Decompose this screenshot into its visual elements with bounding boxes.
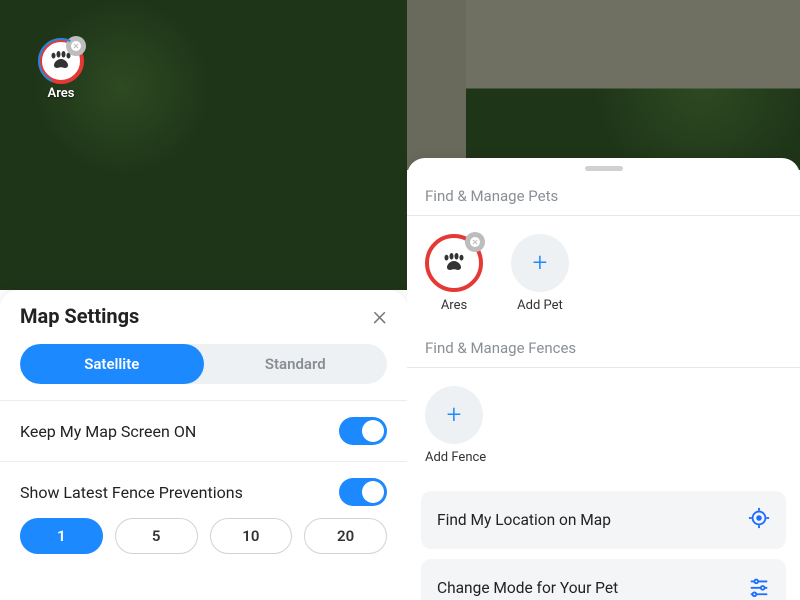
map-satellite-view[interactable] bbox=[407, 0, 800, 170]
section-title-pets: Find & Manage Pets bbox=[407, 177, 800, 215]
sheet-grabber[interactable] bbox=[585, 166, 623, 171]
sheet-title: Map Settings bbox=[20, 304, 139, 328]
pet-chip-ares[interactable]: Ares bbox=[425, 234, 483, 313]
fence-prevention-count-picker: 1 5 10 20 bbox=[0, 514, 407, 574]
add-pet-label: Add Pet bbox=[511, 298, 569, 313]
add-pet-button[interactable]: + Add Pet bbox=[511, 234, 569, 313]
fences-chips: + Add Fence bbox=[407, 382, 800, 481]
section-title-fences: Find & Manage Fences bbox=[407, 329, 800, 367]
plus-icon: + bbox=[511, 234, 569, 292]
pet-avatar-ring bbox=[38, 38, 84, 84]
divider bbox=[407, 367, 800, 368]
action-change-mode[interactable]: Change Mode for Your Pet bbox=[421, 559, 786, 600]
count-option-10[interactable]: 10 bbox=[210, 518, 293, 554]
action-label: Change Mode for Your Pet bbox=[437, 579, 618, 597]
sliders-icon bbox=[748, 575, 770, 600]
segment-satellite[interactable]: Satellite bbox=[20, 344, 204, 384]
pet-marker-ares[interactable]: Ares bbox=[38, 38, 84, 101]
action-find-my-location[interactable]: Find My Location on Map bbox=[421, 491, 786, 549]
map-type-segmented: Satellite Standard bbox=[20, 344, 387, 384]
screen-manage: Find & Manage Pets Ares + Add Pet Find &… bbox=[407, 0, 800, 600]
count-option-20[interactable]: 20 bbox=[304, 518, 387, 554]
add-fence-label: Add Fence bbox=[425, 450, 486, 465]
segment-standard[interactable]: Standard bbox=[204, 344, 388, 384]
locate-icon bbox=[748, 507, 770, 533]
pet-marker-label: Ares bbox=[38, 86, 84, 101]
screen-map-settings: Ares Map Settings × Satellite Standard K… bbox=[0, 0, 407, 600]
map-settings-sheet: Map Settings × Satellite Standard Keep M… bbox=[0, 290, 407, 600]
keep-screen-on-toggle[interactable] bbox=[339, 417, 387, 445]
action-label: Find My Location on Map bbox=[437, 511, 611, 529]
fence-preventions-label: Show Latest Fence Preventions bbox=[20, 483, 243, 502]
keep-screen-on-label: Keep My Map Screen ON bbox=[20, 422, 196, 441]
paw-icon bbox=[49, 49, 73, 73]
close-icon[interactable]: × bbox=[372, 302, 387, 330]
plus-icon: + bbox=[425, 386, 483, 444]
offline-status-icon bbox=[66, 36, 86, 56]
add-fence-button[interactable]: + Add Fence bbox=[425, 386, 486, 465]
row-keep-screen-on: Keep My Map Screen ON bbox=[0, 401, 407, 461]
pets-chips: Ares + Add Pet bbox=[407, 230, 800, 329]
fence-preventions-toggle[interactable] bbox=[339, 478, 387, 506]
divider bbox=[407, 215, 800, 216]
manage-sheet: Find & Manage Pets Ares + Add Pet Find &… bbox=[407, 158, 800, 600]
count-option-1[interactable]: 1 bbox=[20, 518, 103, 554]
row-fence-preventions: Show Latest Fence Preventions bbox=[0, 462, 407, 514]
offline-status-icon bbox=[465, 232, 485, 252]
pet-chip-label: Ares bbox=[425, 298, 483, 313]
count-option-5[interactable]: 5 bbox=[115, 518, 198, 554]
paw-icon bbox=[442, 251, 466, 275]
